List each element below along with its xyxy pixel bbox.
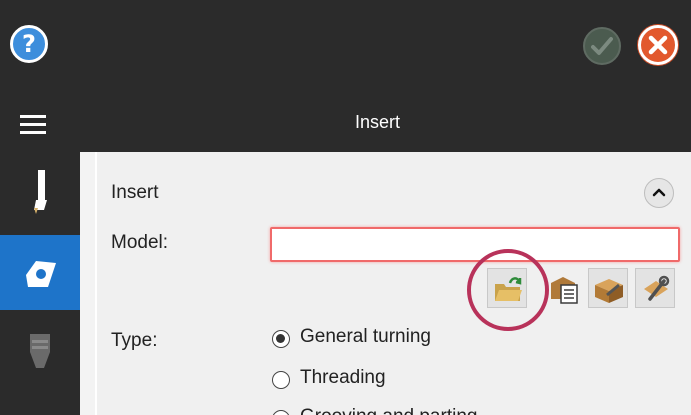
radio-label: General turning <box>300 326 431 347</box>
rail-item-tool-assembly[interactable] <box>0 310 80 385</box>
chevron-up-icon <box>652 188 666 197</box>
ok-icon[interactable] <box>583 27 621 65</box>
section-title: Insert <box>111 182 159 203</box>
tool-assembly-icon <box>30 334 50 368</box>
collapse-button[interactable] <box>644 178 674 208</box>
wrench-settings-icon <box>644 275 670 301</box>
tool-holder-icon <box>34 170 47 214</box>
box-tool-button[interactable] <box>588 268 628 308</box>
help-icon[interactable]: ? <box>10 25 48 63</box>
title-bar: Insert <box>0 100 691 152</box>
page-title: Insert <box>355 112 401 132</box>
radio-label: Grooving and parting <box>300 406 477 415</box>
insert-library-button[interactable] <box>544 268 584 308</box>
tool-rail <box>0 152 95 415</box>
panel-body: Insert Model: Type: General turning Thre… <box>95 152 691 415</box>
wrench-settings-button[interactable] <box>635 268 675 308</box>
model-input[interactable] <box>270 227 680 262</box>
type-label: Type: <box>111 330 158 351</box>
box-tool-icon <box>595 279 623 303</box>
highlight-circle <box>467 249 549 331</box>
top-toolbar: ? <box>0 0 691 100</box>
radio-button[interactable] <box>272 410 290 415</box>
radio-button[interactable] <box>272 371 290 389</box>
insert-library-icon <box>551 277 578 304</box>
insert-dialog: ? Insert Insert Model: Type: General tur… <box>0 0 691 415</box>
radio-label: Threading <box>300 367 386 388</box>
insert-icon <box>26 261 56 287</box>
insert-panel: Insert Model: Type: General turning Thre… <box>95 152 691 415</box>
close-x-icon <box>648 35 668 55</box>
hamburger-menu-icon[interactable] <box>20 115 46 135</box>
rail-item-insert[interactable] <box>0 235 80 310</box>
radio-button[interactable] <box>272 330 290 348</box>
cancel-icon[interactable] <box>638 25 678 65</box>
checkmark-icon <box>591 37 613 55</box>
model-label: Model: <box>111 232 169 253</box>
rail-divider <box>80 152 95 415</box>
rail-item-tool-holder[interactable] <box>0 152 80 227</box>
